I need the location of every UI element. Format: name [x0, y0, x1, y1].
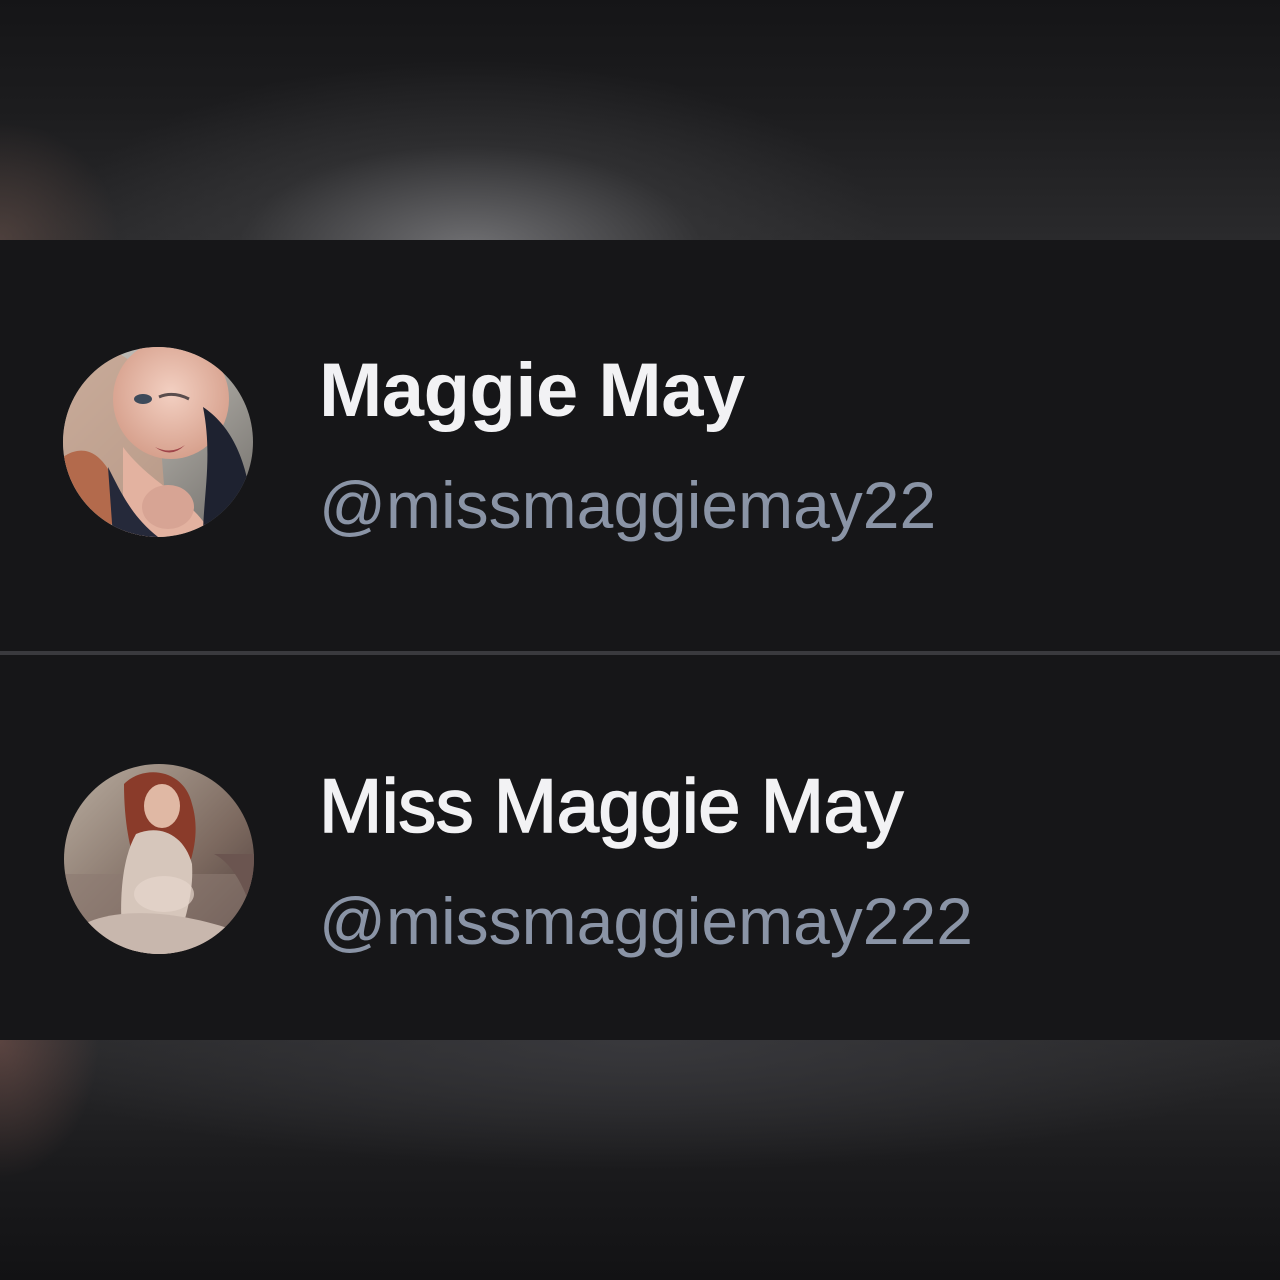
username-handle: @missmaggiemay222 [319, 884, 973, 958]
blurred-background-bottom [0, 1040, 1280, 1280]
username-handle: @missmaggiemay22 [319, 468, 937, 542]
display-name: Maggie May [319, 348, 745, 433]
blurred-background-top [0, 0, 1280, 240]
divider [0, 651, 1280, 655]
display-name: Miss Maggie May [318, 764, 904, 849]
account-list: Maggie May @missmaggiemay22 Miss Maggie … [0, 240, 1280, 1040]
avatar[interactable] [64, 764, 254, 954]
avatar[interactable] [63, 347, 253, 537]
account-row[interactable]: Maggie May @missmaggiemay22 [0, 240, 1280, 650]
profile-photo-icon [63, 347, 253, 537]
account-row[interactable]: Miss Maggie May @missmaggiemay222 [0, 657, 1280, 1040]
profile-photo-icon [64, 764, 254, 954]
screenshot-stage: Maggie May @missmaggiemay22 Miss Maggie … [0, 0, 1280, 1280]
